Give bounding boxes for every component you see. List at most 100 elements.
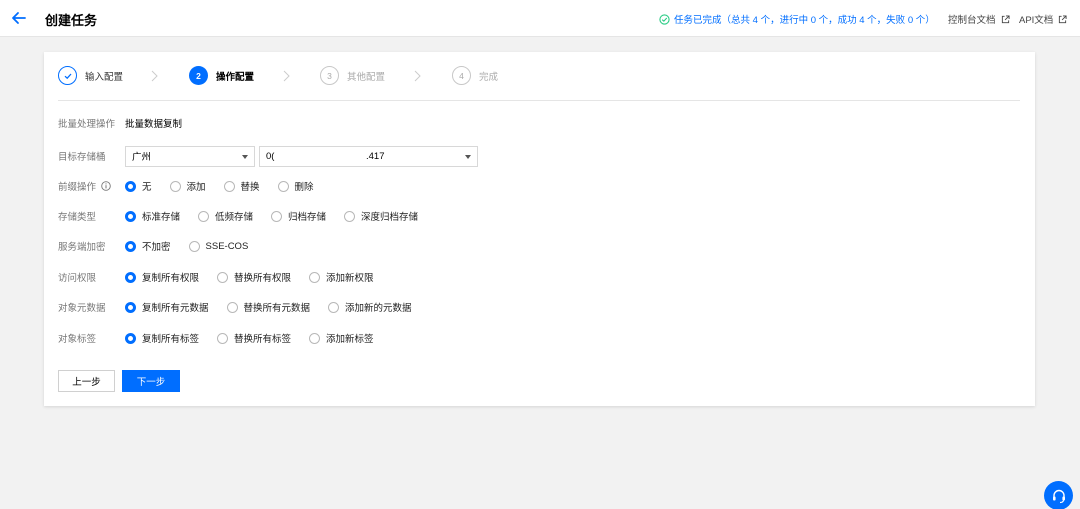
prefix-op-none[interactable]: 无 <box>125 179 152 193</box>
tags-replace[interactable]: 替换所有标签 <box>217 331 291 345</box>
radio-selected[interactable] <box>125 240 136 252</box>
task-status[interactable]: 任务已完成（总共 4 个，进行中 0 个，成功 4 个，失败 0 个） <box>659 12 935 26</box>
radio-selected[interactable] <box>125 332 136 344</box>
metadata-add[interactable]: 添加新的元数据 <box>328 300 412 314</box>
radio-label: 归档存储 <box>288 212 327 223</box>
radio-selected[interactable] <box>125 271 136 283</box>
prev-step-button[interactable]: 上一步 <box>58 370 115 392</box>
external-link-icon <box>1059 14 1067 23</box>
radio-unselected[interactable] <box>271 210 283 222</box>
storage-standard[interactable]: 标准存储 <box>125 209 180 223</box>
radio-label: 复制所有元数据 <box>142 303 209 314</box>
radio-selected[interactable] <box>125 210 136 222</box>
storage-archive[interactable]: 归档存储 <box>271 209 326 223</box>
tags-add[interactable]: 添加新标签 <box>309 331 374 345</box>
prefix-op-label-wrap: 前缀操作 <box>58 179 125 193</box>
chevron-right-icon <box>414 70 421 82</box>
check-circle-icon <box>659 13 670 25</box>
storage-class-row: 存储类型 标准存储 低频存储 归档存储 深度归档存储 <box>58 206 1018 226</box>
operation-value: 批量数据复制 <box>125 119 183 130</box>
acl-copy[interactable]: 复制所有权限 <box>125 270 199 284</box>
bucket-prefix: 0( <box>266 150 275 162</box>
tags-copy[interactable]: 复制所有标签 <box>125 331 199 345</box>
divider <box>58 100 1020 101</box>
help-button[interactable] <box>1044 481 1073 509</box>
radio-unselected[interactable] <box>226 301 238 313</box>
radio-unselected[interactable] <box>328 301 340 313</box>
prefix-op-delete[interactable]: 删除 <box>277 179 314 193</box>
storage-infrequent[interactable]: 低频存储 <box>198 209 253 223</box>
encryption-label: 服务端加密 <box>58 242 106 253</box>
radio-unselected[interactable] <box>223 180 235 192</box>
check-icon <box>64 73 71 79</box>
metadata-replace[interactable]: 替换所有元数据 <box>226 300 311 314</box>
radio-label: 替换所有元数据 <box>243 303 311 314</box>
prefix-op-label: 前缀操作 <box>58 182 97 193</box>
radio-label: 添加新的元数据 <box>345 303 412 314</box>
target-bucket-row: 目标存储桶 广州 0( .417 <box>58 145 1018 167</box>
encryption-row: 服务端加密 不加密 SSE-COS <box>58 236 1018 256</box>
radio-label: 标准存储 <box>142 212 181 223</box>
acl-add[interactable]: 添加新权限 <box>309 270 374 284</box>
radio-unselected[interactable] <box>217 332 229 344</box>
radio-unselected[interactable] <box>198 210 210 222</box>
external-link-icon <box>1001 14 1010 23</box>
top-bar: 创建任务 任务已完成（总共 4 个，进行中 0 个，成功 4 个，失败 0 个）… <box>0 0 1080 37</box>
radio-label: 替换所有权限 <box>234 273 292 284</box>
radio-label: 添加新权限 <box>326 273 374 284</box>
region-select[interactable]: 广州 <box>125 145 255 167</box>
page-title: 创建任务 <box>45 13 98 28</box>
radio-unselected[interactable] <box>344 210 356 222</box>
radio-label: 不加密 <box>142 242 171 253</box>
prefix-op-add[interactable]: 添加 <box>169 179 206 193</box>
api-doc-link[interactable]: API文档 <box>1019 12 1067 26</box>
operation-row: 批量处理操作 批量数据复制 <box>58 113 1018 133</box>
radio-unselected[interactable] <box>309 271 321 283</box>
console-doc-link[interactable]: 控制台文档 <box>948 12 1010 26</box>
step-label: 完成 <box>479 71 499 83</box>
arrow-left-icon[interactable] <box>10 9 28 27</box>
caret-down-icon <box>465 154 471 159</box>
radio-label: 深度归档存储 <box>361 212 419 223</box>
radio-label: 添加新标签 <box>326 334 374 345</box>
acl-replace[interactable]: 替换所有权限 <box>217 270 291 284</box>
radio-label: 替换所有标签 <box>234 334 292 345</box>
step-label: 输入配置 <box>85 71 124 83</box>
radio-unselected[interactable] <box>217 271 229 283</box>
operation-label: 批量处理操作 <box>58 119 116 130</box>
radio-label: 复制所有标签 <box>142 334 200 345</box>
radio-unselected[interactable] <box>188 240 200 252</box>
info-icon[interactable] <box>101 181 111 191</box>
acl-row: 访问权限 复制所有权限 替换所有权限 添加新权限 <box>58 267 1018 287</box>
encryption-sse-cos[interactable]: SSE-COS <box>188 240 248 252</box>
tags-label: 对象标签 <box>58 334 97 345</box>
step-label: 其他配置 <box>347 71 386 83</box>
metadata-label: 对象元数据 <box>58 303 106 314</box>
step-input-config: 输入配置 <box>58 66 123 85</box>
radio-unselected[interactable] <box>309 332 321 344</box>
task-form-card: 输入配置 2 操作配置 3 其他配置 4 完成 批量处理操作 批量数据复制 目标… <box>44 52 1035 406</box>
bucket-select[interactable]: 0( .417 <box>259 145 478 167</box>
radio-unselected[interactable] <box>277 180 289 192</box>
metadata-row: 对象元数据 复制所有元数据 替换所有元数据 添加新的元数据 <box>58 297 1018 317</box>
encryption-none[interactable]: 不加密 <box>125 239 171 253</box>
region-value: 广州 <box>132 152 152 163</box>
headset-icon <box>1052 489 1065 503</box>
chevron-right-icon <box>151 70 158 82</box>
step-number: 2 <box>189 66 208 85</box>
target-bucket-label: 目标存储桶 <box>58 152 106 163</box>
radio-label: 删除 <box>294 182 314 193</box>
storage-deep-archive[interactable]: 深度归档存储 <box>344 209 418 223</box>
step-operation-config: 2 操作配置 <box>189 66 254 85</box>
console-doc-label: 控制台文档 <box>948 15 996 26</box>
metadata-copy[interactable]: 复制所有元数据 <box>125 300 209 314</box>
radio-label: 低频存储 <box>215 212 254 223</box>
next-step-button[interactable]: 下一步 <box>122 370 180 392</box>
prefix-op-replace[interactable]: 替换 <box>223 179 260 193</box>
tags-row: 对象标签 复制所有标签 替换所有标签 添加新标签 <box>58 328 1018 348</box>
radio-selected[interactable] <box>125 301 136 313</box>
prefix-op-row: 前缀操作 无 添加 替换 删除 <box>58 176 1018 196</box>
radio-unselected[interactable] <box>169 180 181 192</box>
storage-class-label: 存储类型 <box>58 212 97 223</box>
radio-selected[interactable] <box>125 180 136 192</box>
